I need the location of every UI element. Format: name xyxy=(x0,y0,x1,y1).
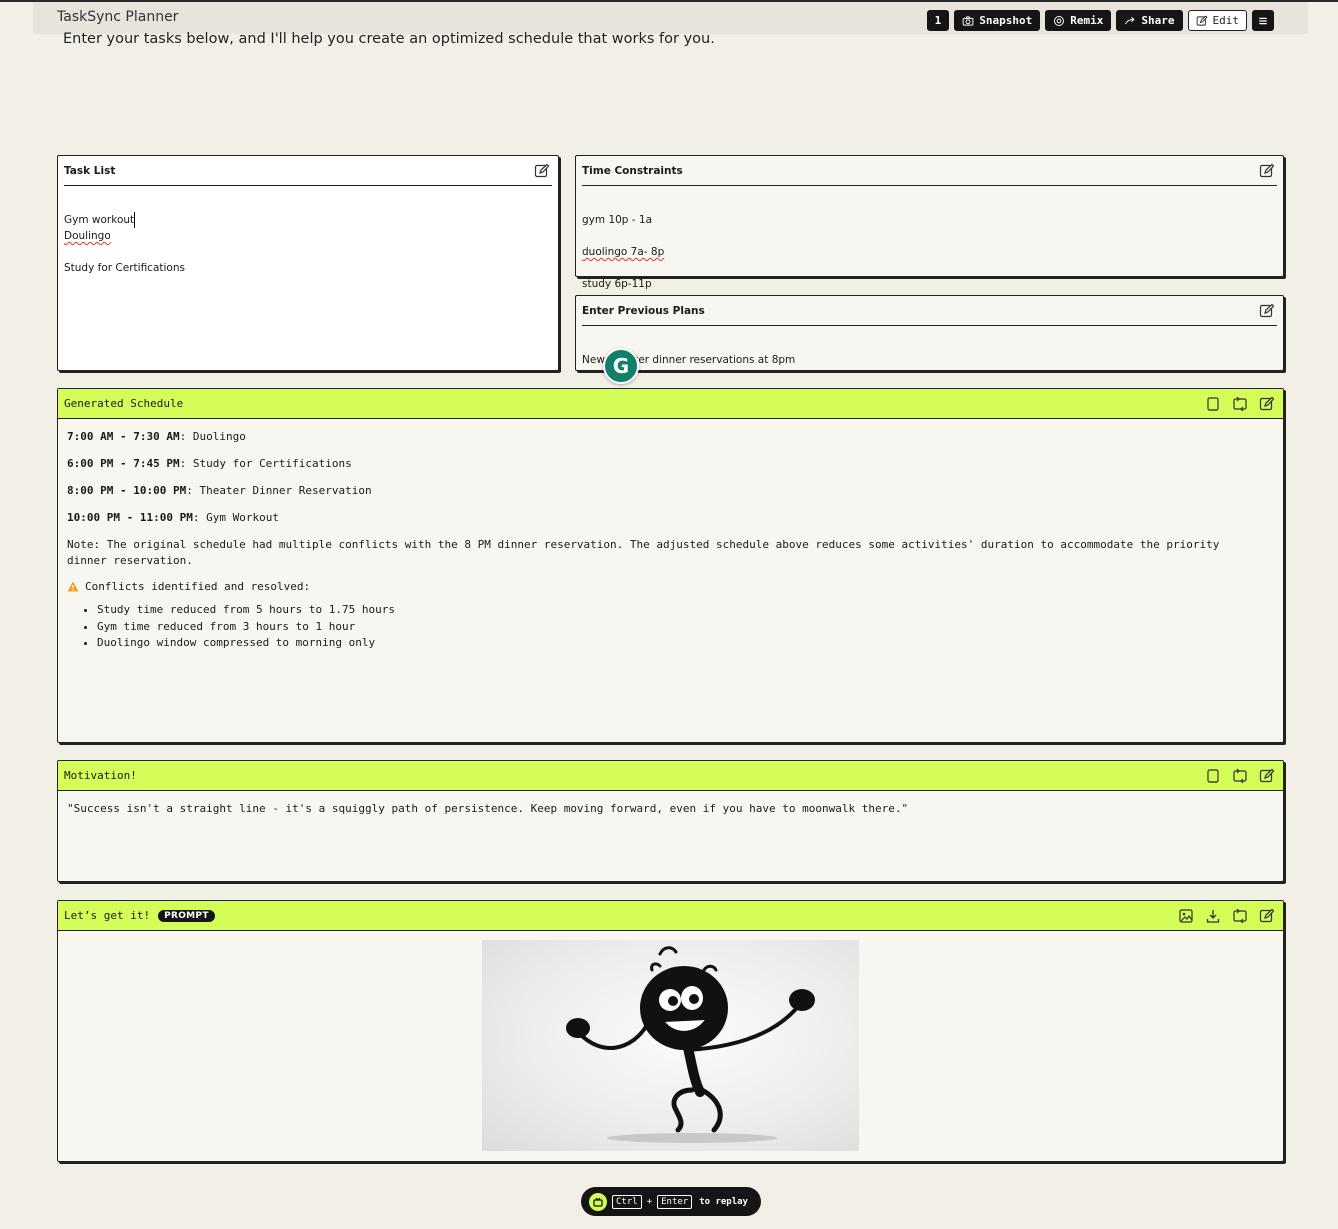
version-count-button[interactable]: 1 xyxy=(926,10,950,31)
enter-key: Enter xyxy=(657,1194,693,1209)
previous-plan-text: New Theater dinner reservations at 8pm xyxy=(582,354,796,366)
previous-plans-title: Enter Previous Plans xyxy=(582,305,705,317)
task-list-panel: Task List Gym workout Doulingo Study for… xyxy=(57,155,559,371)
schedule-task: : Theater Dinner Reservation xyxy=(186,484,372,497)
app-title: TaskSync Planner xyxy=(57,9,179,25)
remix-label: Remix xyxy=(1070,14,1104,27)
remix-button[interactable]: Remix xyxy=(1045,10,1112,31)
schedule-item: 7:00 AM - 7:30 AM: Duolingo xyxy=(67,429,1263,445)
remix-icon xyxy=(1054,15,1065,26)
edit-icon xyxy=(1196,15,1207,26)
snapshot-button[interactable]: Snapshot xyxy=(954,10,1041,31)
previous-plans-textarea[interactable]: New Theater dinner reservations at 8pm xyxy=(582,336,1277,384)
task-line: Gym workout xyxy=(64,212,136,228)
edit-icon[interactable] xyxy=(1259,908,1275,924)
edit-button[interactable]: Edit xyxy=(1187,10,1247,31)
download-icon[interactable] xyxy=(1205,908,1221,924)
generated-image xyxy=(482,940,859,1151)
warning-icon xyxy=(67,581,79,592)
schedule-item: 6:00 PM - 7:45 PM: Study for Certificati… xyxy=(67,456,1263,472)
lets-get-it-header: Let’s get it! PROMPT xyxy=(58,901,1283,931)
schedule-item: 8:00 PM - 10:00 PM: Theater Dinner Reser… xyxy=(67,483,1263,499)
schedule-note: Note: The original schedule had multiple… xyxy=(67,538,1220,567)
task-list-textarea[interactable]: Gym workout Doulingo Study for Certifica… xyxy=(64,196,552,292)
regenerate-icon[interactable] xyxy=(1232,908,1248,924)
motivation-quote: "Success isn't a straight line - it's a … xyxy=(67,802,909,815)
plus-sign: + xyxy=(646,1196,653,1207)
previous-plans-panel: Enter Previous Plans New Theater dinner … xyxy=(575,295,1284,371)
generated-schedule-title: Generated Schedule xyxy=(64,397,184,410)
lets-get-it-panel: Let’s get it! PROMPT xyxy=(57,900,1284,1162)
time-constraints-panel: Time Constraints gym 10p - 1a duolingo 7… xyxy=(575,155,1284,290)
prompt-badge[interactable]: PROMPT xyxy=(158,909,215,922)
image-icon[interactable] xyxy=(1178,908,1194,924)
grammarly-letter: G xyxy=(612,354,630,378)
version-count-label: 1 xyxy=(934,14,942,27)
conflicts-heading-row: Conflicts identified and resolved: xyxy=(67,580,1263,593)
time-constraints-title: Time Constraints xyxy=(582,165,683,177)
ctrl-key: Ctrl xyxy=(612,1194,642,1209)
constraint-line-text: duolingo 7a- 8p xyxy=(582,246,665,258)
regenerate-icon[interactable] xyxy=(1232,396,1248,412)
time-constraints-header: Time Constraints xyxy=(576,156,1283,186)
previous-plans-header: Enter Previous Plans xyxy=(576,296,1283,326)
task-list-title: Task List xyxy=(64,165,116,177)
motivation-panel: Motivation! "Success isn't a straight li… xyxy=(57,760,1284,882)
edit-icon[interactable] xyxy=(1259,768,1275,784)
app-header: TaskSync Planner 1 Snapshot Remix Share … xyxy=(33,2,1308,34)
constraint-line: gym 10p - 1a xyxy=(582,214,653,226)
task-line: Doulingo xyxy=(64,230,111,242)
edit-icon[interactable] xyxy=(534,163,550,179)
schedule-item: 10:00 PM - 11:00 PM: Gym Workout xyxy=(67,510,1263,526)
constraint-line: duolingo 7a- 8p xyxy=(582,244,1277,260)
schedule-task: : Gym Workout xyxy=(192,511,279,524)
camera-icon xyxy=(962,15,974,26)
constraint-line: study 6p-11p xyxy=(582,278,652,290)
lets-get-it-title: Let’s get it! xyxy=(64,909,151,922)
conflict-item: Duolingo window compressed to morning on… xyxy=(97,635,1263,652)
dancing-stickman-illustration xyxy=(566,946,815,1143)
schedule-time: 6:00 PM - 7:45 PM xyxy=(67,457,180,470)
task-list-header: Task List xyxy=(58,156,558,186)
replay-text: to replay xyxy=(699,1196,748,1207)
schedule-content: 7:00 AM - 7:30 AM: Duolingo 6:00 PM - 7:… xyxy=(67,429,1263,652)
replay-icon xyxy=(589,1192,607,1211)
grammarly-icon[interactable]: G xyxy=(603,348,639,384)
copy-icon[interactable] xyxy=(1205,396,1221,412)
page-subtitle: Enter your tasks below, and I'll help yo… xyxy=(63,31,715,47)
motivation-title: Motivation! xyxy=(64,769,137,782)
menu-button[interactable] xyxy=(1252,10,1274,31)
toolbar: 1 Snapshot Remix Share Edit xyxy=(926,10,1274,31)
share-button[interactable]: Share xyxy=(1116,10,1183,31)
share-label: Share xyxy=(1141,14,1175,27)
schedule-time: 8:00 PM - 10:00 PM xyxy=(67,484,187,497)
copy-icon[interactable] xyxy=(1205,768,1221,784)
edit-icon[interactable] xyxy=(1259,303,1275,319)
conflicts-heading: Conflicts identified and resolved: xyxy=(85,580,311,593)
generated-schedule-header: Generated Schedule xyxy=(58,389,1283,419)
replay-bar[interactable]: Ctrl + Enter to replay xyxy=(581,1187,761,1216)
edit-icon[interactable] xyxy=(1259,163,1275,179)
conflicts-list: Study time reduced from 5 hours to 1.75 … xyxy=(67,602,1263,652)
schedule-time: 10:00 PM - 11:00 PM xyxy=(67,511,193,524)
time-constraints-textarea[interactable]: gym 10p - 1a duolingo 7a- 8p study 6p-11… xyxy=(582,196,1277,308)
schedule-task: : Duolingo xyxy=(179,430,246,443)
schedule-time: 7:00 AM - 7:30 AM xyxy=(67,430,180,443)
conflict-item: Gym time reduced from 3 hours to 1 hour xyxy=(97,619,1263,636)
edit-icon[interactable] xyxy=(1259,396,1275,412)
task-line: Study for Certifications xyxy=(64,262,185,274)
share-arrow-icon xyxy=(1125,16,1135,24)
snapshot-label: Snapshot xyxy=(979,14,1033,27)
edit-label: Edit xyxy=(1212,14,1240,27)
hamburger-icon xyxy=(1259,17,1267,24)
generated-schedule-panel: Generated Schedule 7:00 AM - 7:30 AM: Du… xyxy=(57,388,1284,743)
regenerate-icon[interactable] xyxy=(1232,768,1248,784)
motivation-header: Motivation! xyxy=(58,761,1283,791)
conflict-item: Study time reduced from 5 hours to 1.75 … xyxy=(97,602,1263,619)
schedule-task: : Study for Certifications xyxy=(179,457,352,470)
